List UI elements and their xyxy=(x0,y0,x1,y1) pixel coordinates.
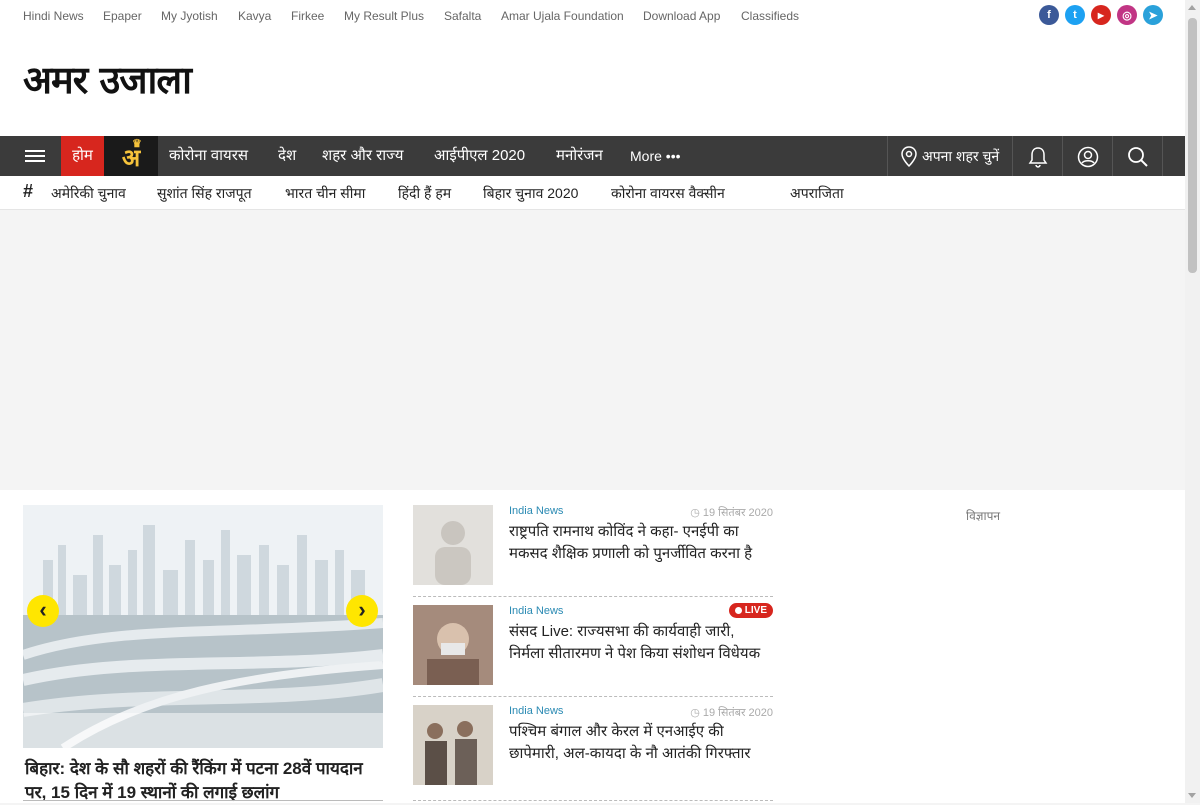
hamburger-menu-icon[interactable] xyxy=(25,150,45,165)
page-scrollbar[interactable] xyxy=(1185,0,1200,803)
story-thumbnail[interactable] xyxy=(413,605,493,685)
tag-sushant[interactable]: सुशांत सिंह राजपूत xyxy=(157,184,252,203)
nav-item-corona[interactable]: कोरोना वायरस xyxy=(169,136,248,176)
nav-divider xyxy=(1062,136,1063,176)
story-title[interactable]: पश्चिम बंगाल और केरल में एनआईए की छापेमा… xyxy=(509,721,771,765)
advertisement-label: विज्ञापन xyxy=(966,509,1001,523)
story-divider xyxy=(413,696,773,697)
nav-divider xyxy=(1112,136,1113,176)
hero-divider xyxy=(23,800,383,801)
tag-bihar-election[interactable]: बिहार चुनाव 2020 xyxy=(483,184,578,203)
live-badge-text: LIVE xyxy=(744,605,767,616)
choose-city-link[interactable]: अपना शहर चुनें xyxy=(922,136,999,176)
top-link-classifieds[interactable]: Classifieds xyxy=(741,9,799,23)
tag-us-election[interactable]: अमेरिकी चुनाव xyxy=(51,184,126,203)
nav-divider xyxy=(1012,136,1013,176)
hashtag-icon: # xyxy=(23,181,34,201)
nav-divider xyxy=(1162,136,1163,176)
clock-icon: ◷ xyxy=(690,507,703,519)
crown-icon: ♛ xyxy=(132,137,142,150)
trending-tags-bar: # अमेरिकी चुनाव सुशांत सिंह राजपूत भारत … xyxy=(0,176,1185,210)
search-icon[interactable] xyxy=(1127,146,1149,168)
story-date-text: 19 सितंबर 2020 xyxy=(702,707,773,719)
story-thumbnail[interactable] xyxy=(413,705,493,785)
story-thumbnail[interactable] xyxy=(413,505,493,585)
story-title[interactable]: राष्ट्रपति रामनाथ कोविंद ने कहा- एनईपी क… xyxy=(509,521,771,565)
amar-ujala-badge-icon[interactable]: अ ♛ xyxy=(104,136,158,176)
clock-icon: ◷ xyxy=(690,707,703,719)
scroll-down-arrow-icon[interactable] xyxy=(1188,793,1196,798)
scrollbar-thumb[interactable] xyxy=(1188,18,1197,273)
tag-corona-vaccine[interactable]: कोरोना वायरस वैक्सीन xyxy=(611,184,725,203)
nav-more[interactable]: More ••• xyxy=(630,136,681,176)
top-link-my-result-plus[interactable]: My Result Plus xyxy=(344,9,424,23)
nav-item-shahar[interactable]: शहर और राज्य xyxy=(322,136,403,176)
youtube-icon[interactable]: ▶ xyxy=(1091,5,1111,25)
top-link-download-app[interactable]: Download App xyxy=(643,9,720,23)
top-link-firkee[interactable]: Firkee xyxy=(291,9,324,23)
telegram-icon[interactable]: ➤ xyxy=(1143,5,1163,25)
nav-divider xyxy=(887,136,888,176)
tag-aparajita[interactable]: अपराजिता xyxy=(790,184,844,203)
hero-slider-image[interactable] xyxy=(23,505,383,748)
top-link-hindi-news[interactable]: Hindi News xyxy=(23,9,84,23)
top-link-kavya[interactable]: Kavya xyxy=(238,9,271,23)
hero-headline[interactable]: बिहार: देश के सौ शहरों की रैंकिंग में पट… xyxy=(25,757,380,805)
tag-india-china[interactable]: भारत चीन सीमा xyxy=(285,184,365,203)
top-links-bar: Hindi News Epaper My Jyotish Kavya Firke… xyxy=(0,0,1185,32)
story-category[interactable]: India News xyxy=(509,505,563,517)
nav-item-desh[interactable]: देश xyxy=(278,136,296,176)
instagram-icon[interactable]: ◎ xyxy=(1117,5,1137,25)
story-title[interactable]: संसद Live: राज्यसभा की कार्यवाही जारी, न… xyxy=(509,621,771,665)
live-badge: LIVE xyxy=(728,603,773,618)
bell-icon[interactable] xyxy=(1027,146,1049,168)
nav-home[interactable]: होम xyxy=(61,136,104,176)
story-date: ◷ 19 सितंबर 2020 xyxy=(690,705,773,720)
story-category[interactable]: India News xyxy=(509,605,563,617)
facebook-icon[interactable]: f xyxy=(1039,5,1059,25)
story-item[interactable]: India News LIVE संसद Live: राज्यसभा की क… xyxy=(413,603,773,697)
story-date-text: 19 सितंबर 2020 xyxy=(702,507,773,519)
story-item[interactable]: India News ◷ 19 सितंबर 2020 राष्ट्रपति र… xyxy=(413,505,773,597)
ad-slot-top xyxy=(0,210,1185,490)
tag-hindi-hain-hum[interactable]: हिंदी हैं हम xyxy=(398,184,451,203)
scroll-up-arrow-icon[interactable] xyxy=(1188,5,1196,10)
story-item[interactable]: India News ◷ 19 सितंबर 2020 पश्चिम बंगाल… xyxy=(413,705,773,801)
story-date: ◷ 19 सितंबर 2020 xyxy=(690,505,773,520)
twitter-icon[interactable]: t xyxy=(1065,5,1085,25)
site-logo[interactable]: अमर उजाला xyxy=(23,58,192,102)
slider-prev-button[interactable]: ‹ xyxy=(27,595,59,627)
location-pin-icon[interactable] xyxy=(900,146,918,168)
top-link-safalta[interactable]: Safalta xyxy=(444,9,481,23)
top-link-my-jyotish[interactable]: My Jyotish xyxy=(161,9,218,23)
main-nav: होम अ ♛ कोरोना वायरस देश शहर और राज्य आई… xyxy=(0,136,1185,176)
story-category[interactable]: India News xyxy=(509,705,563,717)
user-account-icon[interactable] xyxy=(1077,146,1099,168)
slider-next-button[interactable]: › xyxy=(346,595,378,627)
top-link-epaper[interactable]: Epaper xyxy=(103,9,142,23)
nav-item-manoranjan[interactable]: मनोरंजन xyxy=(556,136,603,176)
live-dot-icon xyxy=(734,607,742,614)
top-link-foundation[interactable]: Amar Ujala Foundation xyxy=(501,9,624,23)
story-divider xyxy=(413,800,773,801)
story-divider xyxy=(413,596,773,597)
nav-item-ipl[interactable]: आईपीएल 2020 xyxy=(434,136,525,176)
